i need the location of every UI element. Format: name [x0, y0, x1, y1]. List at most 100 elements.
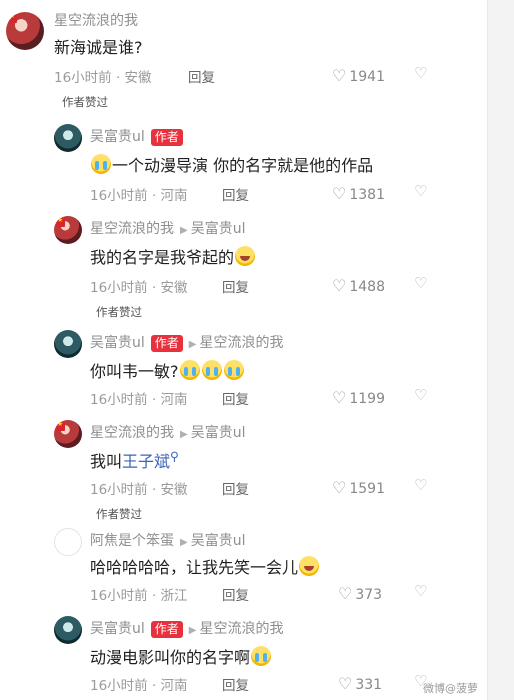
like-count: 331	[355, 677, 383, 693]
flag-icon	[8, 12, 17, 23]
comment-text: 新海诚是谁?	[54, 38, 143, 57]
time-location: 16小时前 · 浙江	[90, 588, 188, 604]
broken-heart-outline-icon[interactable]: ♡	[414, 182, 427, 200]
triangle-right-icon: ▶	[188, 625, 197, 636]
crying-emoji-icon	[91, 154, 111, 174]
avatar[interactable]	[54, 124, 82, 152]
reply-button[interactable]: 回复	[188, 66, 215, 86]
comment-text: 我的名字是我爷起的	[90, 244, 256, 268]
avatar[interactable]	[54, 528, 82, 556]
like-count: 1488	[349, 279, 385, 295]
broken-heart-outline-icon[interactable]: ♡	[414, 476, 427, 494]
reply-to-username[interactable]: 星空流浪的我	[199, 335, 283, 351]
like-count: 1381	[349, 187, 385, 203]
search-link[interactable]: 王子斌	[122, 452, 170, 471]
author-liked-label: 作者赞过	[62, 95, 108, 109]
search-icon: ⚲	[170, 449, 179, 464]
reply-to-username[interactable]: 星空流浪的我	[199, 621, 283, 637]
like-button[interactable]: ♡ 373	[338, 584, 382, 603]
time-location: 16小时前 · 安徽	[90, 280, 188, 296]
page-side-strip	[487, 0, 514, 700]
flag-icon	[56, 216, 65, 227]
time-location: 16小时前 · 安徽	[54, 70, 152, 86]
like-button[interactable]: ♡ 331	[338, 674, 382, 693]
avatar[interactable]	[6, 12, 44, 50]
reply-to-username[interactable]: 吴富贵ul	[191, 533, 246, 549]
comment-item: 星空流浪的我 新海诚是谁? 16小时前 · 安徽 回复 ♡1941 ♡ 作者赞过	[0, 0, 488, 112]
triangle-right-icon: ▶	[180, 225, 188, 236]
reply-button[interactable]: 回复	[222, 388, 249, 408]
username-text: 阿焦是个笨蛋	[90, 533, 174, 549]
comment-item: 阿焦是个笨蛋 ▶ 吴富贵ul 哈哈哈哈哈，让我先笑一会儿 16小时前 · 浙江 回复…	[0, 526, 488, 614]
broken-heart-outline-icon[interactable]: ♡	[414, 274, 427, 292]
heart-outline-icon: ♡	[332, 478, 347, 497]
crying-emoji-icon	[251, 646, 272, 666]
avatar[interactable]	[54, 420, 82, 448]
heart-outline-icon: ♡	[338, 674, 353, 693]
comment-text: 动漫电影叫你的名字啊	[90, 644, 272, 668]
like-count: 373	[355, 587, 383, 603]
comment-text: 哈哈哈哈哈，让我先笑一会儿	[90, 554, 320, 578]
like-count: 1591	[349, 481, 385, 497]
heart-outline-icon: ♡	[332, 184, 347, 203]
username-text: 吴富贵ul	[90, 335, 145, 351]
author-badge: 作者	[150, 129, 183, 146]
heart-outline-icon: ♡	[332, 388, 347, 407]
crying-emoji-icon	[223, 360, 244, 380]
broken-heart-outline-icon[interactable]: ♡	[414, 386, 427, 404]
author-liked-label: 作者赞过	[96, 507, 142, 521]
crying-emoji-icon	[179, 360, 200, 380]
heart-outline-icon: ♡	[332, 66, 347, 85]
reply-button[interactable]: 回复	[222, 478, 249, 498]
watermark: 微博@菠萝	[423, 682, 478, 695]
time-location: 16小时前 · 河南	[90, 678, 188, 694]
username-text: 星空流浪的我	[90, 221, 174, 237]
reply-button[interactable]: 回复	[222, 184, 249, 204]
broken-heart-outline-icon[interactable]: ♡	[414, 582, 427, 600]
author-badge: 作者	[150, 621, 183, 638]
like-button[interactable]: ♡ 1199	[332, 388, 385, 407]
triangle-right-icon: ▶	[188, 339, 197, 350]
triangle-right-icon: ▶	[180, 537, 188, 548]
username[interactable]: 吴富贵ul 作者	[90, 126, 183, 146]
comment-item: 星空流浪的我▶吴富贵ul 我叫王子斌⚲ 16小时前 · 安徽 回复 ♡1591 …	[0, 414, 488, 526]
laughing-emoji-icon	[235, 246, 256, 266]
username-text: 星空流浪的我	[90, 425, 174, 441]
time-location: 16小时前 · 河南	[90, 392, 188, 408]
reply-to-username[interactable]: 吴富贵ul	[191, 425, 246, 441]
username[interactable]: 星空流浪的我 ▶ 吴富贵ul	[90, 218, 245, 238]
like-button[interactable]: ♡ 1381	[332, 184, 385, 203]
comment-item: 吴富贵ul 作者 一个动漫导演 你的名字就是他的作品 16小时前 · 河南 回复 …	[0, 112, 488, 204]
username[interactable]: 吴富贵ul 作者 ▶ 星空流浪的我	[90, 618, 283, 638]
heart-outline-icon: ♡	[338, 584, 353, 603]
like-button[interactable]: ♡ 1488	[332, 276, 385, 295]
avatar[interactable]	[54, 216, 82, 244]
like-button[interactable]: ♡ 1941	[332, 66, 385, 85]
broken-heart-outline-icon[interactable]: ♡	[414, 64, 427, 82]
laughing-emoji-icon	[299, 556, 320, 576]
username[interactable]: 阿焦是个笨蛋 ▶ 吴富贵ul	[90, 530, 245, 550]
comment-text: 一个动漫导演 你的名字就是他的作品	[90, 152, 373, 176]
time-location: 16小时前 · 河南	[90, 188, 188, 204]
heart-outline-icon: ♡	[332, 276, 347, 295]
like-count: 1941	[349, 69, 385, 85]
comment-item: 吴富贵ul 作者 ▶ 星空流浪的我 动漫电影叫你的名字啊 16小时前 · 河南 回复 …	[0, 614, 488, 700]
reply-button[interactable]: 回复	[222, 584, 249, 604]
username-text: 吴富贵ul	[90, 129, 145, 145]
like-button[interactable]: ♡ 1591	[332, 478, 385, 497]
avatar[interactable]	[54, 616, 82, 644]
reply-button[interactable]: 回复	[222, 276, 249, 296]
author-liked-label: 作者赞过	[96, 305, 142, 319]
reply-button[interactable]: 回复	[222, 674, 249, 694]
reply-to-username[interactable]: 吴富贵ul	[191, 221, 246, 237]
username[interactable]: 星空流浪的我	[54, 10, 138, 30]
username[interactable]: 吴富贵ul 作者 ▶ 星空流浪的我	[90, 332, 283, 352]
comment-item: 吴富贵ul 作者 ▶ 星空流浪的我 你叫韦一敏? 16小时前 · 河南 回复 ♡ 119…	[0, 322, 488, 414]
author-badge: 作者	[150, 335, 183, 352]
comment-text: 我叫王子斌⚲	[90, 449, 179, 471]
comment-item: 星空流浪的我▶吴富贵ul 我的名字是我爷起的 16小时前 · 安徽 回复 ♡14…	[0, 204, 488, 322]
avatar[interactable]	[54, 330, 82, 358]
username-text: 吴富贵ul	[90, 621, 145, 637]
comment-text: 你叫韦一敏?	[90, 358, 245, 382]
username[interactable]: 星空流浪的我 ▶ 吴富贵ul	[90, 422, 245, 442]
